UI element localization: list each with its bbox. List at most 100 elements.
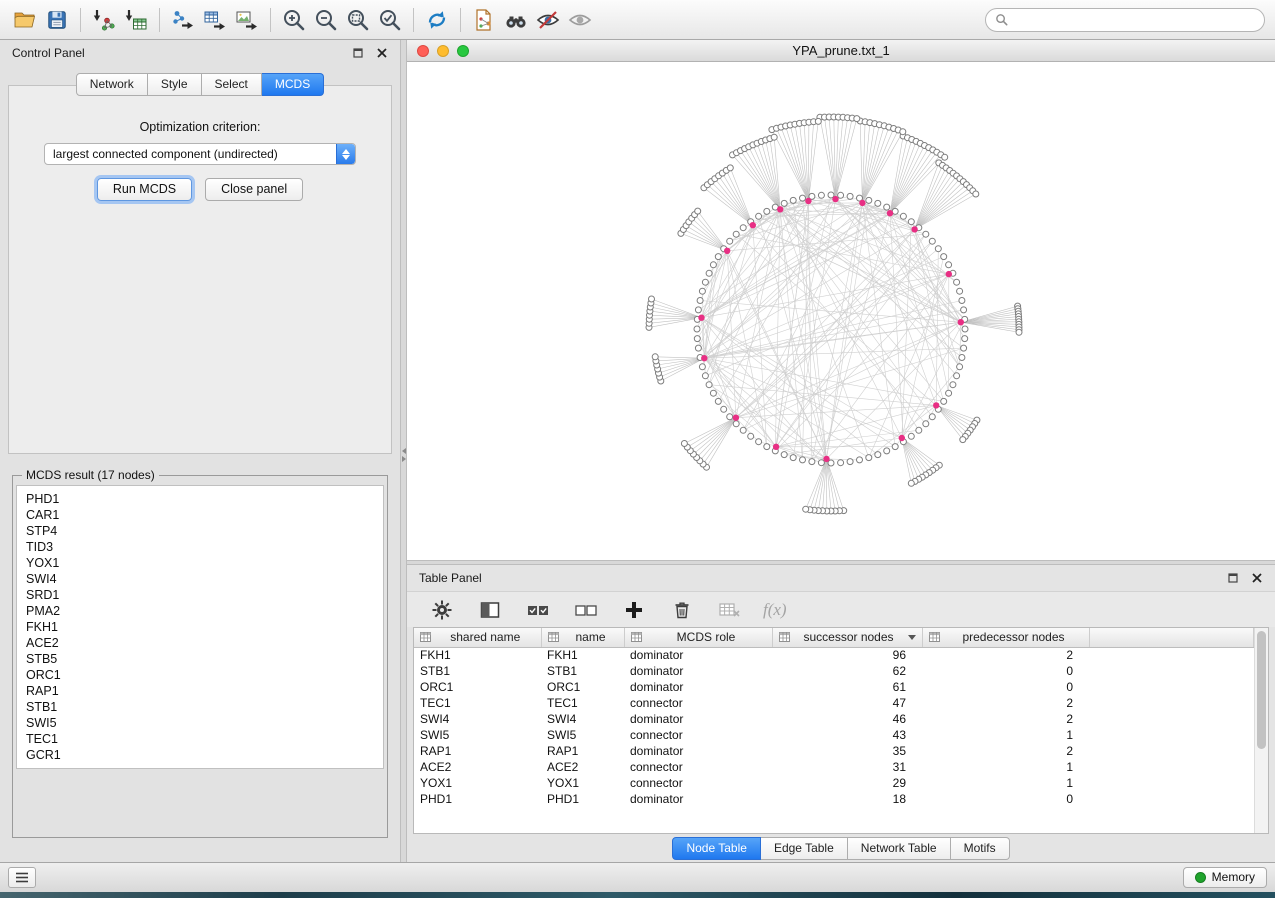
table-row[interactable]: ACE2ACE2connector311: [414, 759, 1254, 775]
close-panel-action-button[interactable]: Close panel: [205, 178, 303, 201]
column-header-predecessor-nodes[interactable]: predecessor nodes: [922, 628, 1089, 647]
save-session-button[interactable]: [42, 5, 72, 35]
zoom-fit-icon: [345, 7, 371, 33]
export-image-button[interactable]: [232, 5, 262, 35]
export-table-icon: [203, 8, 227, 32]
table-header-row: shared name name MCDS role successor nod…: [414, 628, 1254, 647]
mcds-list-item[interactable]: SRD1: [26, 587, 374, 603]
network-canvas[interactable]: [407, 62, 1274, 559]
zoom-in-icon: [281, 7, 307, 33]
window-close-button[interactable]: [417, 45, 429, 57]
show-all-button[interactable]: [565, 5, 595, 35]
toolbar-separator: [159, 8, 160, 32]
vertical-splitter[interactable]: [400, 40, 407, 862]
float-table-panel-button[interactable]: [1227, 572, 1239, 584]
close-panel-button[interactable]: [376, 47, 388, 59]
table-row[interactable]: STB1STB1dominator620: [414, 663, 1254, 679]
show-columns-button[interactable]: [475, 595, 505, 625]
run-mcds-button[interactable]: Run MCDS: [97, 178, 192, 201]
mcds-list-item[interactable]: RAP1: [26, 683, 374, 699]
float-panel-button[interactable]: [352, 47, 364, 59]
import-table-button[interactable]: [121, 5, 151, 35]
window-list-button[interactable]: [8, 867, 36, 888]
mcds-list-item[interactable]: TID3: [26, 539, 374, 555]
mcds-list-item[interactable]: YOX1: [26, 555, 374, 571]
memory-button-label: Memory: [1212, 870, 1255, 884]
table-cell: RAP1: [414, 743, 541, 759]
zoom-selected-button[interactable]: [375, 5, 405, 35]
mcds-list-item[interactable]: PMA2: [26, 603, 374, 619]
table-row[interactable]: SWI5SWI5connector431: [414, 727, 1254, 743]
tab-node-table[interactable]: Node Table: [672, 837, 761, 860]
table-vertical-scrollbar[interactable]: [1254, 628, 1268, 833]
unchecked-boxes-icon: [575, 602, 597, 618]
scrollbar-thumb[interactable]: [1257, 631, 1266, 749]
zoom-fit-button[interactable]: [343, 5, 373, 35]
hide-selected-button[interactable]: [533, 5, 563, 35]
delete-column-button[interactable]: [667, 595, 697, 625]
combo-arrows-icon: [336, 144, 355, 164]
table-row[interactable]: ORC1ORC1dominator610: [414, 679, 1254, 695]
mcds-list-item[interactable]: STB1: [26, 699, 374, 715]
mcds-list-item[interactable]: STP4: [26, 523, 374, 539]
mcds-list-item[interactable]: STB5: [26, 651, 374, 667]
export-table-button[interactable]: [200, 5, 230, 35]
network-window-titlebar[interactable]: YPA_prune.txt_1: [407, 40, 1275, 62]
table-cell: YOX1: [414, 775, 541, 791]
tab-mcds[interactable]: MCDS: [262, 73, 324, 96]
splitter-collapse-arrows[interactable]: [401, 448, 406, 462]
search-input[interactable]: [1013, 13, 1255, 27]
mcds-list-item[interactable]: SWI4: [26, 571, 374, 587]
table-settings-button[interactable]: [427, 595, 457, 625]
mcds-list-item[interactable]: TEC1: [26, 731, 374, 747]
tab-style[interactable]: Style: [148, 73, 202, 96]
tab-network[interactable]: Network: [76, 73, 148, 96]
table-row[interactable]: SWI4SWI4dominator462: [414, 711, 1254, 727]
column-header-mcds-role[interactable]: MCDS role: [624, 628, 772, 647]
column-header-shared-name[interactable]: shared name: [414, 628, 541, 647]
zoom-out-button[interactable]: [311, 5, 341, 35]
mcds-list-item[interactable]: SWI5: [26, 715, 374, 731]
first-neighbors-button[interactable]: [501, 5, 531, 35]
refresh-button[interactable]: [422, 5, 452, 35]
window-maximize-button[interactable]: [457, 45, 469, 57]
table-row[interactable]: RAP1RAP1dominator352: [414, 743, 1254, 759]
window-minimize-button[interactable]: [437, 45, 449, 57]
mcds-list-item[interactable]: FKH1: [26, 619, 374, 635]
tab-motifs[interactable]: Motifs: [951, 837, 1010, 860]
table-cell: 1: [922, 775, 1089, 791]
table-row[interactable]: YOX1YOX1connector291: [414, 775, 1254, 791]
export-document-button[interactable]: [469, 5, 499, 35]
column-header-successor-nodes[interactable]: successor nodes: [772, 628, 922, 647]
tab-network-table[interactable]: Network Table: [848, 837, 951, 860]
main-area: Control Panel Network Style Select MCDS …: [0, 40, 1275, 862]
table-row[interactable]: FKH1FKH1dominator962: [414, 647, 1254, 663]
export-document-icon: [472, 8, 496, 32]
mcds-result-list[interactable]: PHD1CAR1STP4TID3YOX1SWI4SRD1PMA2FKH1ACE2…: [16, 485, 384, 769]
close-table-panel-button[interactable]: [1251, 572, 1263, 584]
mcds-list-item[interactable]: ORC1: [26, 667, 374, 683]
deselect-all-columns-button[interactable]: [571, 595, 601, 625]
mcds-list-item[interactable]: CAR1: [26, 507, 374, 523]
column-header-name[interactable]: name: [541, 628, 624, 647]
mcds-list-item[interactable]: PHD1: [26, 491, 374, 507]
tab-select[interactable]: Select: [202, 73, 262, 96]
table-row[interactable]: PHD1PHD1dominator180: [414, 791, 1254, 807]
mcds-list-item[interactable]: ACE2: [26, 635, 374, 651]
create-column-button[interactable]: [619, 595, 649, 625]
tab-edge-table[interactable]: Edge Table: [761, 837, 848, 860]
zoom-in-button[interactable]: [279, 5, 309, 35]
open-session-button[interactable]: [10, 5, 40, 35]
function-builder-button[interactable]: f(x): [763, 600, 787, 620]
select-all-columns-button[interactable]: [523, 595, 553, 625]
table-cell: 0: [922, 663, 1089, 679]
memory-button[interactable]: Memory: [1183, 867, 1267, 888]
criterion-select[interactable]: largest connected component (undirected): [44, 143, 356, 165]
toolbar-search[interactable]: [985, 8, 1265, 32]
export-network-button[interactable]: [168, 5, 198, 35]
delete-table-button[interactable]: [715, 595, 745, 625]
mcds-list-item[interactable]: GCR1: [26, 747, 374, 763]
table-cell: [1089, 647, 1254, 663]
table-row[interactable]: TEC1TEC1connector472: [414, 695, 1254, 711]
import-network-button[interactable]: [89, 5, 119, 35]
